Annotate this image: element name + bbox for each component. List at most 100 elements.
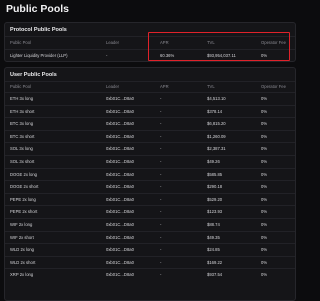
pool-operator-fee: 0% xyxy=(261,196,268,202)
pool-tvl: $49.35 xyxy=(207,234,220,240)
pool-tvl: $585.85 xyxy=(207,171,223,177)
pool-name: SOL 3x long xyxy=(10,146,33,152)
user-pool-row[interactable]: ETH 3x short 0xb01C...D8a0 - $378.14 0% xyxy=(5,104,295,118)
user-pool-row[interactable]: PEPE 2x long 0xb01C...D8a0 - $529.20 0% xyxy=(5,192,295,206)
user-pools-panel: User Public Pools Public Pool Leader APR… xyxy=(4,67,296,301)
pool-apr: - xyxy=(160,272,162,278)
user-pool-row[interactable]: PEPE 2x short 0xb01C...D8a0 - $123.93 0% xyxy=(5,205,295,218)
protocol-pool-row[interactable]: Lighter Liquidity Provider (LLP) - 60.36… xyxy=(5,48,295,62)
pool-operator-fee: 0% xyxy=(261,209,268,215)
column-header-operator-fee[interactable]: Operator Fee xyxy=(261,37,286,49)
page-title: Public Pools xyxy=(6,3,70,15)
column-header-pool[interactable]: Public Pool xyxy=(10,82,31,92)
pool-apr: - xyxy=(160,259,162,265)
pool-apr: - xyxy=(160,121,162,127)
pool-leader: 0xb01C...D8a0 xyxy=(106,196,134,202)
pool-apr: - xyxy=(160,108,162,114)
column-header-apr[interactable]: APR xyxy=(160,37,169,49)
pool-leader: 0xb01C...D8a0 xyxy=(106,133,134,139)
pool-operator-fee: 0% xyxy=(261,259,268,265)
pool-name: WLD 2x short xyxy=(10,259,36,265)
pool-leader: 0xb01C...D8a0 xyxy=(106,146,134,152)
user-pool-row[interactable]: WLD 2x short 0xb01C...D8a0 - $169.22 0% xyxy=(5,255,295,269)
protocol-pools-panel: Protocol Public Pools Public Pool Leader… xyxy=(4,22,296,62)
pool-name: DOGE 2x long xyxy=(10,171,37,177)
pool-apr: - xyxy=(160,133,162,139)
protocol-pools-header: Public Pool Leader APR TVL Operator Fee xyxy=(5,36,295,49)
pool-operator-fee: 0% xyxy=(261,158,268,164)
user-pool-row[interactable]: BTC 3x short 0xb01C...D8a0 - $1,260.09 0% xyxy=(5,129,295,143)
pool-operator-fee: 0% xyxy=(261,52,268,58)
pool-apr: - xyxy=(160,184,162,190)
pool-name: BTC 3x short xyxy=(10,133,35,139)
pool-tvl: $290.18 xyxy=(207,184,223,190)
pool-tvl: $169.22 xyxy=(207,259,223,265)
user-pool-row[interactable]: DOGE 2x long 0xb01C...D8a0 - $585.85 0% xyxy=(5,167,295,181)
pool-tvl: $88.74 xyxy=(207,221,220,227)
pool-tvl: $49.26 xyxy=(207,158,220,164)
column-header-operator-fee[interactable]: Operator Fee xyxy=(261,82,286,92)
pool-operator-fee: 0% xyxy=(261,171,268,177)
user-pool-row[interactable]: WLD 2x long 0xb01C...D8a0 - $24.85 0% xyxy=(5,243,295,256)
pool-leader: 0xb01C...D8a0 xyxy=(106,272,134,278)
pool-tvl: $2,387.31 xyxy=(207,146,226,152)
pool-tvl: $4,513.10 xyxy=(207,96,226,101)
pool-operator-fee: 0% xyxy=(261,121,268,127)
pool-leader: 0xb01C...D8a0 xyxy=(106,158,134,164)
pool-leader: 0xb01C...D8a0 xyxy=(106,221,134,227)
user-pool-row[interactable]: WIF 2x long 0xb01C...D8a0 - $88.74 0% xyxy=(5,217,295,231)
pool-leader: - xyxy=(106,52,108,58)
user-pool-row[interactable]: ETH 3x long 0xb01C...D8a0 - $4,513.10 0% xyxy=(5,92,295,105)
pool-leader: 0xb01C...D8a0 xyxy=(106,234,134,240)
pool-leader: 0xb01C...D8a0 xyxy=(106,209,134,215)
column-header-tvl[interactable]: TVL xyxy=(207,37,215,49)
pool-leader: 0xb01C...D8a0 xyxy=(106,184,134,190)
pool-apr: - xyxy=(160,247,162,253)
pool-apr: - xyxy=(160,146,162,152)
column-header-leader[interactable]: Leader xyxy=(106,37,119,49)
user-pool-row[interactable]: BTC 3x long 0xb01C...D8a0 - $6,815.20 0% xyxy=(5,117,295,130)
pool-apr: - xyxy=(160,96,162,101)
pool-name: BTC 3x long xyxy=(10,121,34,127)
pool-operator-fee: 0% xyxy=(261,146,268,152)
user-pool-row[interactable]: SOL 3x short 0xb01C...D8a0 - $49.26 0% xyxy=(5,154,295,168)
pool-leader: 0xb01C...D8a0 xyxy=(106,121,134,127)
pool-name: PEPE 2x short xyxy=(10,209,38,215)
pool-tvl: $123.93 xyxy=(207,209,223,215)
user-pool-row[interactable]: DOGE 2x short 0xb01C...D8a0 - $290.18 0% xyxy=(5,180,295,193)
pool-name: SOL 3x short xyxy=(10,158,35,164)
user-pool-row[interactable]: XRP 2x long 0xb01C...D8a0 - $937.54 0% xyxy=(5,268,295,281)
pool-operator-fee: 0% xyxy=(261,96,268,101)
pool-leader: 0xb01C...D8a0 xyxy=(106,259,134,265)
pool-operator-fee: 0% xyxy=(261,184,268,190)
user-pool-row[interactable]: SOL 3x long 0xb01C...D8a0 - $2,387.31 0% xyxy=(5,142,295,155)
protocol-pools-title: Protocol Public Pools xyxy=(10,27,67,33)
user-pools-header: Public Pool Leader APR TVL Operator Fee xyxy=(5,81,295,92)
pool-name: WIF 2x long xyxy=(10,221,33,227)
pool-tvl: $1,260.09 xyxy=(207,133,226,139)
pool-tvl: $529.20 xyxy=(207,196,223,202)
pool-operator-fee: 0% xyxy=(261,221,268,227)
pool-tvl: $6,815.20 xyxy=(207,121,226,127)
column-header-apr[interactable]: APR xyxy=(160,82,169,92)
pool-operator-fee: 0% xyxy=(261,234,268,240)
pool-leader: 0xb01C...D8a0 xyxy=(106,171,134,177)
column-header-leader[interactable]: Leader xyxy=(106,82,119,92)
column-header-pool[interactable]: Public Pool xyxy=(10,37,31,49)
pool-tvl: $937.54 xyxy=(207,272,223,278)
pool-name: ETH 3x long xyxy=(10,96,34,101)
user-pools-title: User Public Pools xyxy=(10,72,57,78)
column-header-tvl[interactable]: TVL xyxy=(207,82,215,92)
user-pool-row[interactable]: WIF 2x short 0xb01C...D8a0 - $49.35 0% xyxy=(5,230,295,244)
pool-leader: 0xb01C...D8a0 xyxy=(106,108,134,114)
pool-name: WIF 2x short xyxy=(10,234,34,240)
pool-operator-fee: 0% xyxy=(261,247,268,253)
pool-tvl: $24.85 xyxy=(207,247,220,253)
pool-tvl: $378.14 xyxy=(207,108,223,114)
pool-operator-fee: 0% xyxy=(261,133,268,139)
pool-tvl: $93,954,037.11 xyxy=(207,52,236,58)
pool-apr: - xyxy=(160,196,162,202)
pool-apr: - xyxy=(160,221,162,227)
pool-apr: - xyxy=(160,171,162,177)
pool-leader: 0xb01C...D8a0 xyxy=(106,247,134,253)
